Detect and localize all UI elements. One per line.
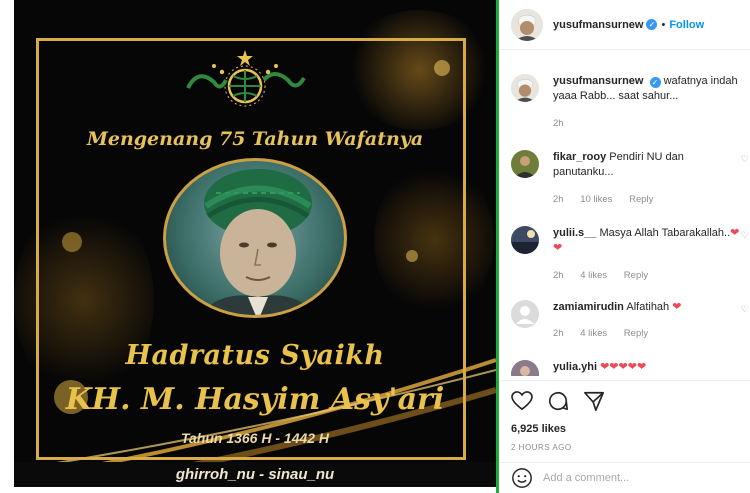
poster-credit: ghirroh_nu - sinau_nu — [14, 462, 496, 487]
poster-years: Tahun 1366 H - 1442 H — [180, 430, 330, 446]
comment-time[interactable]: 2h — [553, 270, 564, 281]
header-username[interactable]: yusufmansurnew — [553, 19, 643, 31]
separator-dot: • — [661, 18, 666, 31]
comment-username[interactable]: yulia.yhi — [553, 361, 597, 373]
heart-emoji: ❤❤❤❤❤ — [600, 361, 647, 373]
post-actions: 6,925 likes 2 HOURS AGO — [499, 380, 750, 452]
comment-likes[interactable]: 4 likes — [580, 270, 607, 281]
avatar[interactable] — [511, 360, 539, 376]
post-timestamp[interactable]: 2 HOURS AGO — [511, 443, 738, 452]
nu-logo-icon — [186, 50, 306, 107]
comment-likes[interactable]: 4 likes — [580, 328, 607, 339]
verified-badge-icon: ✓ — [649, 77, 661, 88]
heart-icon[interactable] — [511, 391, 533, 411]
comment-text: Alfatihah — [626, 301, 670, 313]
comment-text: Masya Allah Tabarakallah.. — [599, 227, 731, 239]
verified-badge-icon: ✓ — [646, 19, 658, 30]
reply-button[interactable]: Reply — [629, 194, 653, 205]
follow-button[interactable]: Follow — [669, 19, 704, 31]
comment-input[interactable] — [543, 472, 743, 484]
post-header: yusufmansurnew ✓ • Follow — [499, 0, 750, 50]
comment-time[interactable]: 2h — [553, 328, 564, 339]
post-image[interactable]: Mengenang 75 Tahun Wafatnya Hadratus Sya… — [14, 0, 496, 487]
reply-button[interactable]: Reply — [624, 328, 648, 339]
comment-like-heart-icon[interactable]: ♡ — [741, 154, 749, 165]
avatar[interactable] — [511, 74, 539, 102]
instagram-post-view: Mengenang 75 Tahun Wafatnya Hadratus Sya… — [0, 0, 750, 493]
add-comment-bar — [499, 462, 750, 493]
comment-time[interactable]: 2h — [553, 194, 564, 205]
caption-item: yusufmansurnew ✓ wafatnya indah yaaa Rab… — [511, 74, 743, 134]
comment-like-heart-icon[interactable]: ♡ — [741, 230, 749, 241]
poster-name-line2: KH. M. Hasyim Asy'ari — [65, 382, 445, 417]
avatar[interactable] — [511, 226, 539, 254]
comment-item: yulii.s__ Masya Allah Tabarakallah..❤❤ 2… — [511, 226, 749, 286]
comment-meta: 2h 4 likes Reply — [553, 270, 662, 281]
caption-meta: 2h — [553, 118, 578, 129]
likes-count[interactable]: 6,925 likes — [511, 423, 738, 435]
avatar[interactable] — [511, 300, 539, 328]
comment-item: yulia.yhi ❤❤❤❤❤ — [511, 360, 743, 376]
comments-panel: yusufmansurnew ✓ • Follow yusufmansurnew… — [499, 0, 750, 493]
avatar[interactable] — [511, 8, 543, 41]
share-icon[interactable] — [583, 390, 605, 412]
comment-icon[interactable] — [547, 390, 569, 412]
caption-username[interactable]: yusufmansurnew — [553, 75, 643, 87]
comment-username[interactable]: fikar_rooy — [553, 151, 606, 163]
avatar[interactable] — [511, 150, 539, 178]
reply-button[interactable]: Reply — [624, 270, 648, 281]
comments-list[interactable]: yusufmansurnew ✓ wafatnya indah yaaa Rab… — [499, 60, 750, 376]
poster-name-line1: Hadratus Syaikh — [125, 340, 385, 371]
caption-time[interactable]: 2h — [553, 118, 564, 129]
comment-likes[interactable]: 10 likes — [580, 194, 612, 205]
comment-username[interactable]: yulii.s__ — [553, 227, 596, 239]
comment-item: fikar_rooy Pendiri NU dan panutanku... 2… — [511, 150, 749, 210]
heart-emoji: ❤ — [672, 301, 682, 313]
poster-subtitle: Mengenang 75 Tahun Wafatnya — [86, 128, 424, 150]
comment-like-heart-icon[interactable]: ♡ — [741, 304, 749, 315]
comment-meta: 2h 4 likes Reply — [553, 328, 662, 339]
comment-meta: 2h 10 likes Reply — [553, 194, 667, 205]
comment-item: zamiamirudin Alfatihah ❤ 2h 4 likes Repl… — [511, 300, 749, 360]
comment-username[interactable]: zamiamirudin — [553, 301, 624, 313]
portrait-photo — [163, 158, 347, 318]
emoji-icon[interactable] — [511, 467, 533, 489]
